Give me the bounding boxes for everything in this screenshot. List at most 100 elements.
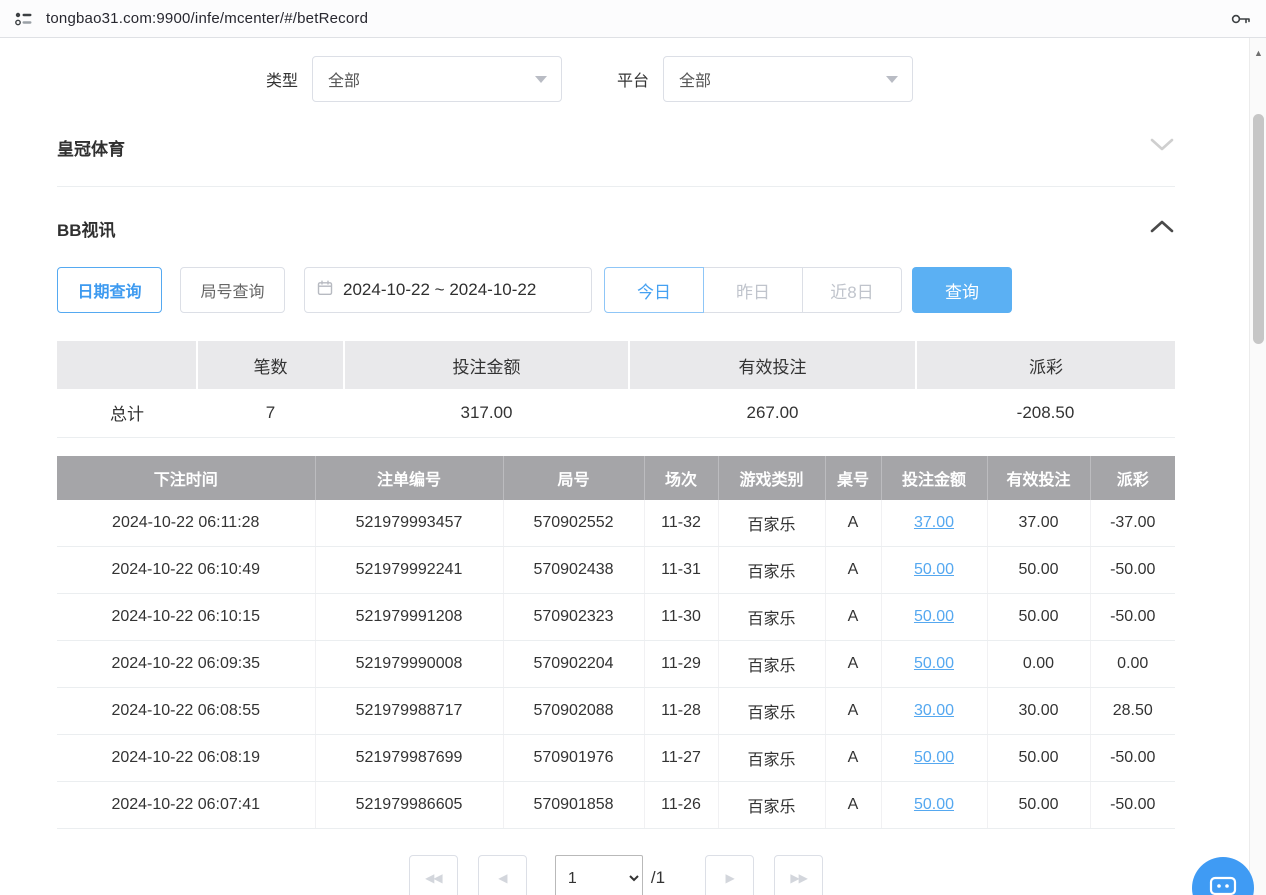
crown-sports-title: 皇冠体育 (57, 135, 125, 160)
cell-bet-time: 2024-10-22 06:07:41 (57, 782, 315, 829)
header-bet-amount: 投注金额 (881, 456, 987, 500)
summary-header-payout: 派彩 (916, 341, 1175, 389)
cell-payout: -50.00 (1090, 594, 1175, 641)
page-select[interactable]: 1 (555, 855, 643, 895)
cell-round-id: 570902204 (503, 641, 644, 688)
browser-url-bar: tongbao31.com:9900/infe/mcenter/#/betRec… (0, 0, 1266, 38)
table-row: 2024-10-22 06:10:49 521979992241 5709024… (57, 547, 1175, 594)
cell-session: 11-29 (644, 641, 718, 688)
bet-record-page: 类型 全部 平台 全部 皇冠体育 BB视讯 日期查询 局号查询 (0, 38, 1266, 895)
chevron-up-icon[interactable] (1149, 218, 1175, 239)
cell-bet-amount: 50.00 (881, 735, 987, 782)
cell-payout: -50.00 (1090, 782, 1175, 829)
header-bet-time: 下注时间 (57, 456, 315, 500)
cell-order-id: 521979992241 (315, 547, 503, 594)
cell-table-no: A (825, 594, 881, 641)
date-range-input[interactable]: 2024-10-22 ~ 2024-10-22 (304, 267, 592, 313)
cell-game-type: 百家乐 (718, 547, 825, 594)
page-total-label: /1 (651, 868, 665, 888)
platform-select[interactable]: 全部 (663, 56, 913, 102)
cell-bet-time: 2024-10-22 06:08:19 (57, 735, 315, 782)
first-page-icon: ◀◀ (425, 871, 441, 885)
round-query-button[interactable]: 局号查询 (180, 267, 285, 313)
cell-round-id: 570901858 (503, 782, 644, 829)
header-session: 场次 (644, 456, 718, 500)
scroll-up-arrow-icon[interactable]: ▲ (1250, 48, 1266, 58)
browser-profile-icon[interactable] (14, 11, 34, 27)
records-header-row: 下注时间 注单编号 局号 场次 游戏类别 桌号 投注金额 有效投注 派彩 (57, 456, 1175, 500)
summary-bet-value: 317.00 (344, 389, 629, 437)
bet-amount-link[interactable]: 30.00 (914, 702, 954, 719)
first-page-button[interactable]: ◀◀ (409, 855, 458, 895)
cell-order-id: 521979988717 (315, 688, 503, 735)
chevron-down-icon[interactable] (1149, 137, 1175, 158)
platform-filter-label: 平台 (617, 67, 649, 91)
cell-bet-time: 2024-10-22 06:09:35 (57, 641, 315, 688)
last8days-button[interactable]: 近8日 (802, 267, 902, 313)
summary-payout-value: -208.50 (916, 389, 1175, 437)
section-bb-video[interactable]: BB视讯 (57, 207, 1175, 249)
cell-game-type: 百家乐 (718, 594, 825, 641)
last-page-button[interactable]: ▶▶ (774, 855, 823, 895)
bb-video-title: BB视讯 (57, 216, 116, 241)
cell-payout: -50.00 (1090, 547, 1175, 594)
cell-table-no: A (825, 500, 881, 547)
cell-bet-time: 2024-10-22 06:10:49 (57, 547, 315, 594)
scrollbar-thumb[interactable] (1253, 114, 1264, 344)
yesterday-button[interactable]: 昨日 (703, 267, 803, 313)
cell-bet-time: 2024-10-22 06:11:28 (57, 500, 315, 547)
cell-valid-bet: 37.00 (987, 500, 1090, 547)
summary-header-count: 笔数 (197, 341, 344, 389)
bet-amount-link[interactable]: 50.00 (914, 796, 954, 813)
cell-payout: 0.00 (1090, 641, 1175, 688)
type-filter-label: 类型 (266, 67, 298, 91)
platform-select-value: 全部 (679, 67, 711, 91)
section-divider (57, 186, 1175, 187)
bet-amount-link[interactable]: 50.00 (914, 561, 954, 578)
bet-amount-link[interactable]: 50.00 (914, 749, 954, 766)
cell-game-type: 百家乐 (718, 782, 825, 829)
pagination: ◀◀ ◀ 1 /1 ▶ ▶▶ (57, 855, 1175, 895)
summary-count-value: 7 (197, 389, 344, 437)
today-button[interactable]: 今日 (604, 267, 704, 313)
cell-table-no: A (825, 688, 881, 735)
url-text[interactable]: tongbao31.com:9900/infe/mcenter/#/betRec… (46, 10, 1218, 27)
cell-session: 11-26 (644, 782, 718, 829)
cell-order-id: 521979993457 (315, 500, 503, 547)
cell-valid-bet: 30.00 (987, 688, 1090, 735)
type-select[interactable]: 全部 (312, 56, 562, 102)
table-row: 2024-10-22 06:08:19 521979987699 5709019… (57, 735, 1175, 782)
next-page-button[interactable]: ▶ (705, 855, 754, 895)
header-payout: 派彩 (1090, 456, 1175, 500)
search-button[interactable]: 查询 (912, 267, 1012, 313)
cell-valid-bet: 50.00 (987, 735, 1090, 782)
header-round-id: 局号 (503, 456, 644, 500)
cell-valid-bet: 50.00 (987, 782, 1090, 829)
cell-session: 11-30 (644, 594, 718, 641)
cell-order-id: 521979987699 (315, 735, 503, 782)
cell-session: 11-31 (644, 547, 718, 594)
cell-order-id: 521979986605 (315, 782, 503, 829)
table-row: 2024-10-22 06:07:41 521979986605 5709018… (57, 782, 1175, 829)
bet-amount-link[interactable]: 37.00 (914, 514, 954, 531)
cell-game-type: 百家乐 (718, 641, 825, 688)
bet-amount-link[interactable]: 50.00 (914, 655, 954, 672)
cell-session: 11-32 (644, 500, 718, 547)
records-table: 下注时间 注单编号 局号 场次 游戏类别 桌号 投注金额 有效投注 派彩 202… (57, 456, 1175, 830)
section-crown-sports[interactable]: 皇冠体育 (57, 126, 1175, 168)
date-query-button[interactable]: 日期查询 (57, 267, 162, 313)
cell-game-type: 百家乐 (718, 500, 825, 547)
cell-game-type: 百家乐 (718, 735, 825, 782)
header-game-type: 游戏类别 (718, 456, 825, 500)
cell-session: 11-28 (644, 688, 718, 735)
last-page-icon: ▶▶ (790, 871, 806, 885)
password-key-icon[interactable] (1230, 12, 1252, 26)
date-range-value: 2024-10-22 ~ 2024-10-22 (343, 280, 536, 300)
cell-order-id: 521979991208 (315, 594, 503, 641)
records-body: 2024-10-22 06:11:28 521979993457 5709025… (57, 500, 1175, 829)
calendar-icon (317, 280, 333, 301)
chevron-down-icon (535, 76, 547, 83)
bet-amount-link[interactable]: 50.00 (914, 608, 954, 625)
vertical-scrollbar[interactable]: ▲ (1249, 38, 1266, 895)
prev-page-button[interactable]: ◀ (478, 855, 527, 895)
